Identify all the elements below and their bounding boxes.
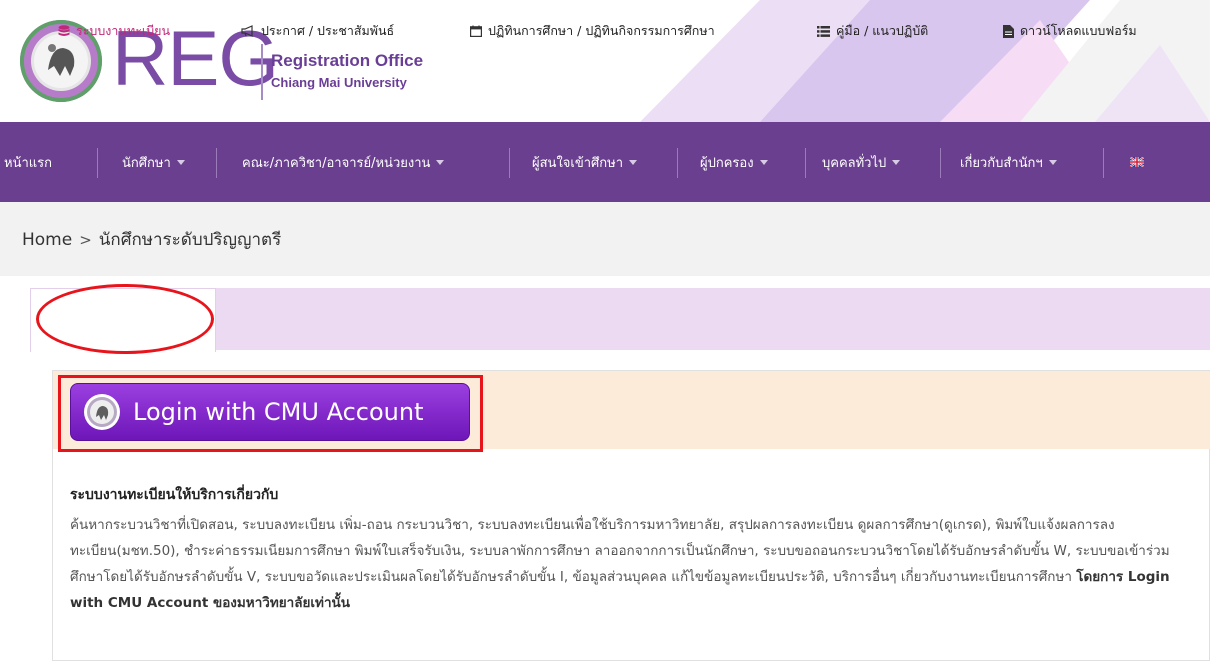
- tab-label: ปฏิทินการศึกษา / ปฏิทินกิจกรรมการศึกษา: [488, 23, 715, 38]
- tab-downloads[interactable]: ดาวน์โหลดแบบฟอร์ม: [1003, 0, 1137, 62]
- nav-item-home[interactable]: หน้าแรก: [4, 122, 52, 202]
- nav-label: นักศึกษา: [122, 155, 171, 171]
- nav-divider: [97, 148, 98, 178]
- chevron-down-icon: [892, 159, 901, 165]
- nav-label: หน้าแรก: [4, 155, 52, 171]
- highlight-box-annotation: [58, 375, 483, 452]
- nav-item-public[interactable]: บุคคลทั่วไป: [822, 122, 901, 202]
- nav-divider: [805, 148, 806, 178]
- chevron-down-icon: [629, 159, 638, 165]
- nav-divider: [216, 148, 217, 178]
- chevron-down-icon: [1048, 159, 1057, 165]
- nav-label: ผู้ปกครอง: [700, 155, 754, 171]
- chevron-down-icon: [436, 159, 445, 165]
- file-icon: [1003, 24, 1014, 38]
- tab-label: คู่มือ / แนวปฏิบัติ: [836, 23, 929, 38]
- tab-label: ระบบงานทะเบียน: [76, 23, 170, 38]
- breadcrumb-current: นักศึกษาระดับปริญญาตรี: [98, 230, 282, 250]
- nav-label: บุคคลทั่วไป: [822, 155, 887, 171]
- tab-registration-system[interactable]: ระบบงานทะเบียน: [58, 0, 170, 62]
- nav-item-faculty[interactable]: คณะ/ภาควิชา/อาจารย์/หน่วยงาน: [242, 122, 445, 202]
- services-text: ค้นหากระบวนวิชาที่เปิดสอน, ระบบลงทะเบียน…: [70, 517, 1170, 585]
- chevron-down-icon: [759, 159, 768, 165]
- tab-calendar[interactable]: ปฏิทินการศึกษา / ปฏิทินกิจกรรมการศึกษา: [470, 0, 715, 62]
- nav-divider: [1103, 148, 1104, 178]
- nav-label: เกี่ยวกับสำนักฯ: [960, 155, 1043, 171]
- services-heading: ระบบงานทะเบียนให้บริการเกี่ยวกับ: [70, 487, 279, 503]
- language-switch[interactable]: [1130, 122, 1144, 202]
- list-icon: [817, 25, 830, 37]
- tab-label: ประกาศ / ประชาสัมพันธ์: [261, 23, 395, 38]
- calendar-icon: [470, 25, 482, 37]
- services-description: ค้นหากระบวนวิชาที่เปิดสอน, ระบบลงทะเบียน…: [70, 512, 1195, 616]
- chevron-down-icon: [176, 159, 185, 165]
- nav-item-parents[interactable]: ผู้ปกครอง: [700, 122, 768, 202]
- nav-label: ผู้สนใจเข้าศึกษา: [532, 155, 624, 171]
- nav-divider: [509, 148, 510, 178]
- nav-item-students[interactable]: นักศึกษา: [122, 122, 185, 202]
- uk-flag-icon: [1130, 157, 1144, 167]
- breadcrumb-separator: >: [79, 231, 92, 249]
- nav-divider: [940, 148, 941, 178]
- main-nav: หน้าแรก นักศึกษา คณะ/ภาควิชา/อาจารย์/หน่…: [0, 122, 1210, 202]
- tab-manuals[interactable]: คู่มือ / แนวปฏิบัติ: [817, 0, 928, 62]
- tab-label: ดาวน์โหลดแบบฟอร์ม: [1020, 23, 1137, 38]
- nav-item-about[interactable]: เกี่ยวกับสำนักฯ: [960, 122, 1057, 202]
- highlight-ellipse-annotation: [36, 284, 214, 354]
- university-name: Chiang Mai University: [271, 75, 407, 90]
- database-icon: [58, 24, 70, 36]
- tab-announcements[interactable]: ประกาศ / ประชาสัมพันธ์: [241, 0, 394, 62]
- nav-item-prospective[interactable]: ผู้สนใจเข้าศึกษา: [532, 122, 638, 202]
- breadcrumb-home[interactable]: Home: [22, 230, 72, 250]
- bullhorn-icon: [241, 25, 253, 37]
- breadcrumb: Home > นักศึกษาระดับปริญญาตรี: [22, 226, 281, 253]
- nav-divider: [677, 148, 678, 178]
- nav-label: คณะ/ภาควิชา/อาจารย์/หน่วยงาน: [242, 155, 431, 171]
